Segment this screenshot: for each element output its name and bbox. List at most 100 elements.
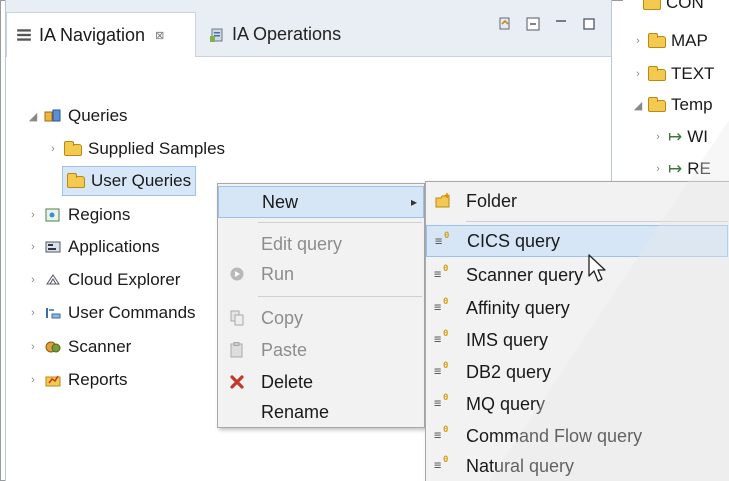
cloud-explorer-icon — [46, 274, 60, 285]
tree-label: Applications — [68, 237, 160, 256]
menu-label: Run — [261, 263, 295, 284]
query-icon: ≡ 0 — [435, 231, 450, 248]
tab-ia-navigation[interactable]: IA Navigation ⊠ — [6, 12, 196, 57]
view-toolbar — [497, 16, 597, 32]
menu-separator — [258, 222, 422, 223]
tree-node-cloud-explorer[interactable]: › Cloud Explorer — [28, 265, 180, 295]
operations-icon — [210, 28, 223, 42]
expanded-arrow-icon[interactable]: ◢ — [28, 110, 38, 123]
menu-item-run[interactable]: Run — [218, 258, 424, 290]
tree-label: Reports — [68, 370, 128, 389]
menu-item-copy[interactable]: Copy — [218, 302, 424, 334]
minimize-icon[interactable] — [553, 16, 569, 32]
tree-node-applications[interactable]: › Applications — [28, 232, 160, 262]
tree-node-user-commands[interactable]: › User Commands — [28, 298, 196, 328]
submenu-item-ims-query[interactable]: ≡ 0 IMS query — [426, 324, 728, 356]
delete-icon — [230, 375, 244, 389]
scanner-icon — [45, 341, 61, 353]
menu-separator — [258, 296, 422, 297]
right-tree-item[interactable]: ◢ Temp — [633, 92, 713, 118]
right-tree-item[interactable]: › MAP — [633, 28, 708, 54]
query-icon: ≡ 0 — [434, 393, 449, 410]
query-icon: ≡ 0 — [434, 297, 449, 314]
menu-item-rename[interactable]: Rename — [218, 396, 424, 428]
expanded-arrow-icon[interactable]: ◢ — [633, 99, 643, 112]
menu-label: Folder — [466, 190, 518, 211]
tree-label: MAP — [671, 31, 708, 50]
menu-separator — [466, 221, 728, 222]
tree-node-reports[interactable]: › Reports — [28, 365, 128, 395]
mapping-arrow-icon: ↦ — [668, 127, 683, 146]
submenu-item-scanner-query[interactable]: ≡ 0 Scanner query — [426, 259, 728, 291]
tree-node-user-queries[interactable]: User Queries — [62, 166, 197, 196]
right-tree-item[interactable]: › ↦ RE — [653, 156, 711, 182]
tree-label: Regions — [68, 205, 131, 224]
tree-node-queries[interactable]: ◢ Queries — [28, 101, 128, 131]
query-icon: ≡ 0 — [434, 425, 449, 442]
collapse-all-icon[interactable] — [525, 16, 541, 32]
right-tree-item[interactable]: › TEXT — [633, 61, 714, 87]
menu-item-delete[interactable]: Delete — [218, 366, 424, 398]
new-submenu: Folder ≡ 0 CICS query ≡ 0 Scanner query ≡ 0… — [425, 181, 729, 481]
view-tab-bar: IA Navigation ⊠ IA Operations — [6, 0, 611, 57]
tree-label: TEXT — [671, 64, 715, 83]
collapsed-arrow-icon[interactable]: › — [633, 68, 643, 80]
menu-label: Rename — [261, 401, 330, 422]
tree-node-supplied-samples[interactable]: › Supplied Samples — [48, 134, 225, 164]
maximize-icon[interactable] — [581, 16, 597, 32]
menu-item-new[interactable]: New ▸ — [218, 186, 424, 218]
collapsed-arrow-icon[interactable]: › — [28, 274, 38, 286]
tree-node-regions[interactable]: › Regions — [28, 200, 130, 230]
collapsed-arrow-icon[interactable]: › — [633, 35, 643, 47]
right-tree-item[interactable]: CON — [643, 0, 704, 16]
menu-label: IMS query — [466, 329, 549, 350]
folder-icon — [648, 66, 666, 81]
right-tree-item[interactable]: › ↦ WI — [653, 124, 708, 150]
copy-icon — [230, 310, 244, 326]
submenu-item-affinity-query[interactable]: ≡ 0 Affinity query — [426, 292, 728, 324]
submenu-item-command-flow-query[interactable]: ≡ 0 Command Flow query — [426, 420, 728, 452]
menu-label: Edit query — [261, 233, 343, 254]
tree-label: Queries — [68, 106, 128, 125]
submenu-item-mq-query[interactable]: ≡ 0 MQ query — [426, 388, 728, 420]
tree-label: Scanner — [68, 337, 132, 356]
menu-label: CICS query — [467, 230, 561, 251]
regions-icon — [45, 208, 60, 222]
query-icon: ≡ 0 — [434, 455, 449, 472]
menu-label: Command Flow query — [466, 425, 643, 446]
submenu-item-natural-query[interactable]: ≡ 0 Natural query — [426, 450, 728, 481]
collapsed-arrow-icon[interactable]: › — [48, 143, 58, 155]
collapsed-arrow-icon[interactable]: › — [28, 374, 38, 386]
query-icon: ≡ 0 — [434, 329, 449, 346]
menu-item-edit-query[interactable]: Edit query — [218, 228, 424, 260]
tab-ia-operations[interactable]: IA Operations — [200, 12, 349, 57]
submenu-item-folder[interactable]: Folder — [426, 185, 728, 217]
collapsed-arrow-icon[interactable]: › — [28, 209, 38, 221]
paste-icon — [230, 342, 243, 358]
menu-label: DB2 query — [466, 361, 552, 382]
tab-label: IA Navigation — [39, 24, 146, 45]
menu-label: Affinity query — [466, 297, 570, 318]
collapsed-arrow-icon[interactable]: › — [28, 241, 38, 253]
menu-item-paste[interactable]: Paste — [218, 334, 424, 366]
tree-node-scanner[interactable]: › Scanner — [28, 332, 131, 362]
collapsed-arrow-icon[interactable]: › — [653, 131, 663, 143]
applications-icon — [45, 241, 61, 253]
collapsed-arrow-icon[interactable]: › — [653, 163, 663, 175]
run-icon — [230, 267, 244, 281]
menu-label: Scanner query — [466, 264, 584, 285]
tree-label: User Commands — [68, 303, 196, 322]
mouse-pointer-icon — [588, 254, 606, 282]
close-icon[interactable]: ⊠ — [155, 29, 164, 42]
menu-label: Natural query — [466, 455, 575, 476]
reports-icon — [45, 375, 61, 387]
submenu-item-cics-query[interactable]: ≡ 0 CICS query — [426, 225, 728, 257]
submenu-item-db2-query[interactable]: ≡ 0 DB2 query — [426, 356, 728, 388]
tree-label: RE — [687, 159, 711, 178]
query-icon: ≡ 0 — [434, 361, 449, 378]
user-commands-icon — [46, 308, 61, 319]
sync-icon[interactable] — [497, 16, 513, 32]
tree-label: Cloud Explorer — [68, 270, 181, 289]
collapsed-arrow-icon[interactable]: › — [28, 341, 38, 353]
collapsed-arrow-icon[interactable]: › — [28, 307, 38, 319]
